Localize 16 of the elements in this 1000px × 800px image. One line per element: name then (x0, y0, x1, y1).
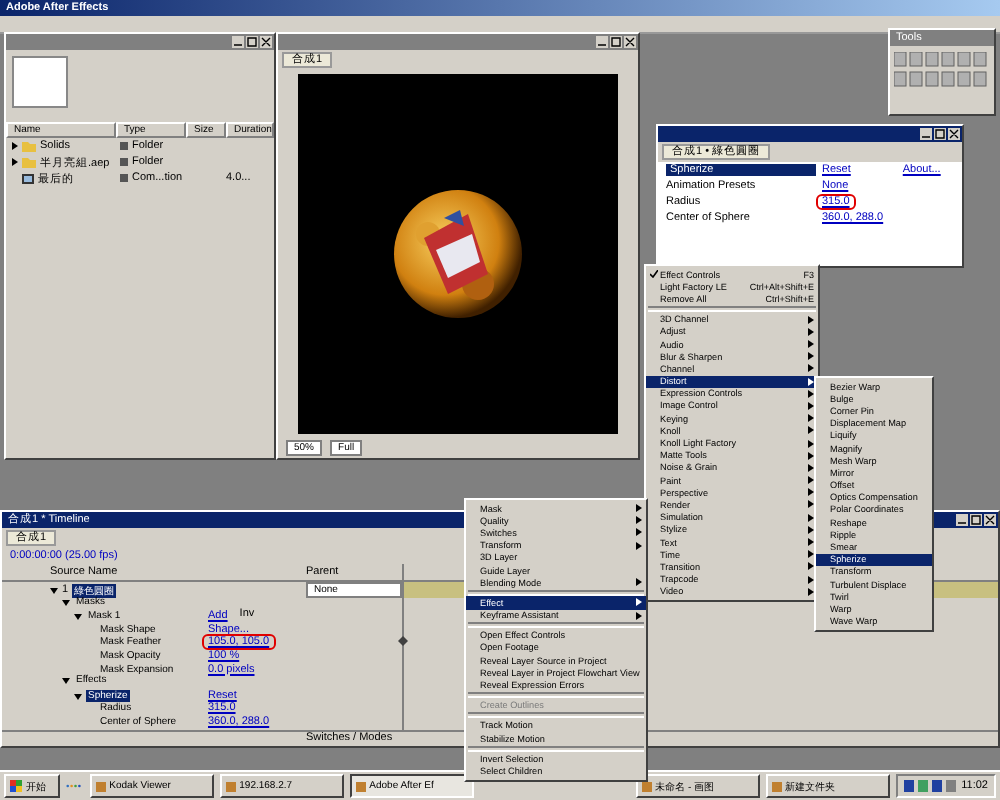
keyframe-icon[interactable] (398, 636, 408, 647)
windows-logo-icon (10, 780, 22, 792)
composition-icon (22, 173, 34, 183)
tray-icons[interactable] (903, 780, 956, 792)
window-controls-icon[interactable] (956, 514, 996, 526)
app-icon (771, 781, 782, 791)
app-icon (95, 781, 106, 791)
window-controls-icon[interactable] (920, 128, 960, 140)
window-controls-icon[interactable] (232, 36, 272, 48)
app-icon (641, 781, 652, 791)
thumbnail-preview (12, 56, 68, 108)
app-icon (225, 781, 236, 791)
check-icon (650, 270, 658, 279)
window-controls-icon[interactable] (596, 36, 636, 48)
app-icon (355, 781, 366, 791)
submenu-arrow-icon (636, 578, 642, 587)
